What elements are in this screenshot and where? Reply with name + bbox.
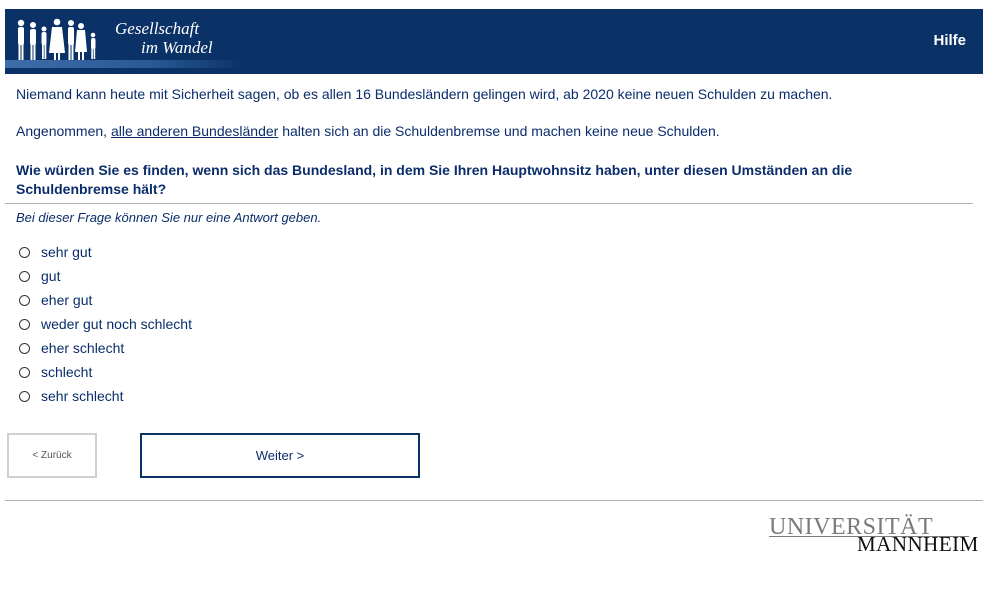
brand-line-1: Gesellschaft: [115, 19, 200, 38]
option-eher-gut[interactable]: eher gut: [19, 288, 192, 312]
option-label[interactable]: eher gut: [41, 292, 92, 308]
radio-button[interactable]: [19, 342, 30, 354]
option-gut[interactable]: gut: [19, 264, 192, 288]
answer-hint: Bei dieser Frage können Sie nur eine Ant…: [16, 210, 322, 225]
radio-button[interactable]: [19, 318, 30, 330]
assumption-prefix: Angenommen,: [16, 123, 111, 139]
option-label[interactable]: weder gut noch schlecht: [41, 316, 192, 332]
option-schlecht[interactable]: schlecht: [19, 360, 192, 384]
intro-text: Niemand kann heute mit Sicherheit sagen,…: [16, 86, 833, 102]
option-label[interactable]: schlecht: [41, 364, 92, 380]
radio-button[interactable]: [19, 294, 30, 306]
header-accent-strip: [5, 60, 245, 68]
option-label[interactable]: gut: [41, 268, 60, 284]
back-button[interactable]: < Zurück: [7, 433, 97, 478]
question-text: Wie würden Sie es finden, wenn sich das …: [16, 162, 853, 197]
assumption-suffix: halten sich an die Schuldenbremse und ma…: [278, 123, 720, 139]
radio-button[interactable]: [19, 270, 30, 282]
option-label[interactable]: sehr schlecht: [41, 388, 123, 404]
option-label[interactable]: sehr gut: [41, 244, 92, 260]
question-divider: [5, 203, 973, 204]
option-sehr-schlecht[interactable]: sehr schlecht: [19, 384, 192, 408]
university-logo: UNIVERSITÄT MANNHEIM: [769, 514, 978, 556]
header-banner: Gesellschaft im Wandel Hilfe: [5, 9, 983, 74]
brand-title: Gesellschaft im Wandel: [115, 19, 213, 57]
radio-button[interactable]: [19, 366, 30, 378]
option-sehr-gut[interactable]: sehr gut: [19, 240, 192, 264]
underlined-phrase: alle anderen Bundesländer: [110, 123, 279, 139]
brand-line-2: im Wandel: [141, 38, 213, 57]
logo-line-2: MANNHEIM: [857, 532, 979, 556]
option-eher-schlecht[interactable]: eher schlecht: [19, 336, 192, 360]
assumption-text: Angenommen, alle anderen Bundesländer ha…: [16, 123, 720, 139]
option-weder-gut-noch-schlecht[interactable]: weder gut noch schlecht: [19, 312, 192, 336]
footer-divider: [5, 500, 983, 501]
option-label[interactable]: eher schlecht: [41, 340, 124, 356]
next-button[interactable]: Weiter >: [140, 433, 420, 478]
answer-options: sehr gut gut eher gut weder gut noch sch…: [19, 240, 192, 408]
radio-button[interactable]: [19, 246, 30, 258]
radio-button[interactable]: [19, 390, 30, 402]
help-link[interactable]: Hilfe: [933, 32, 966, 49]
